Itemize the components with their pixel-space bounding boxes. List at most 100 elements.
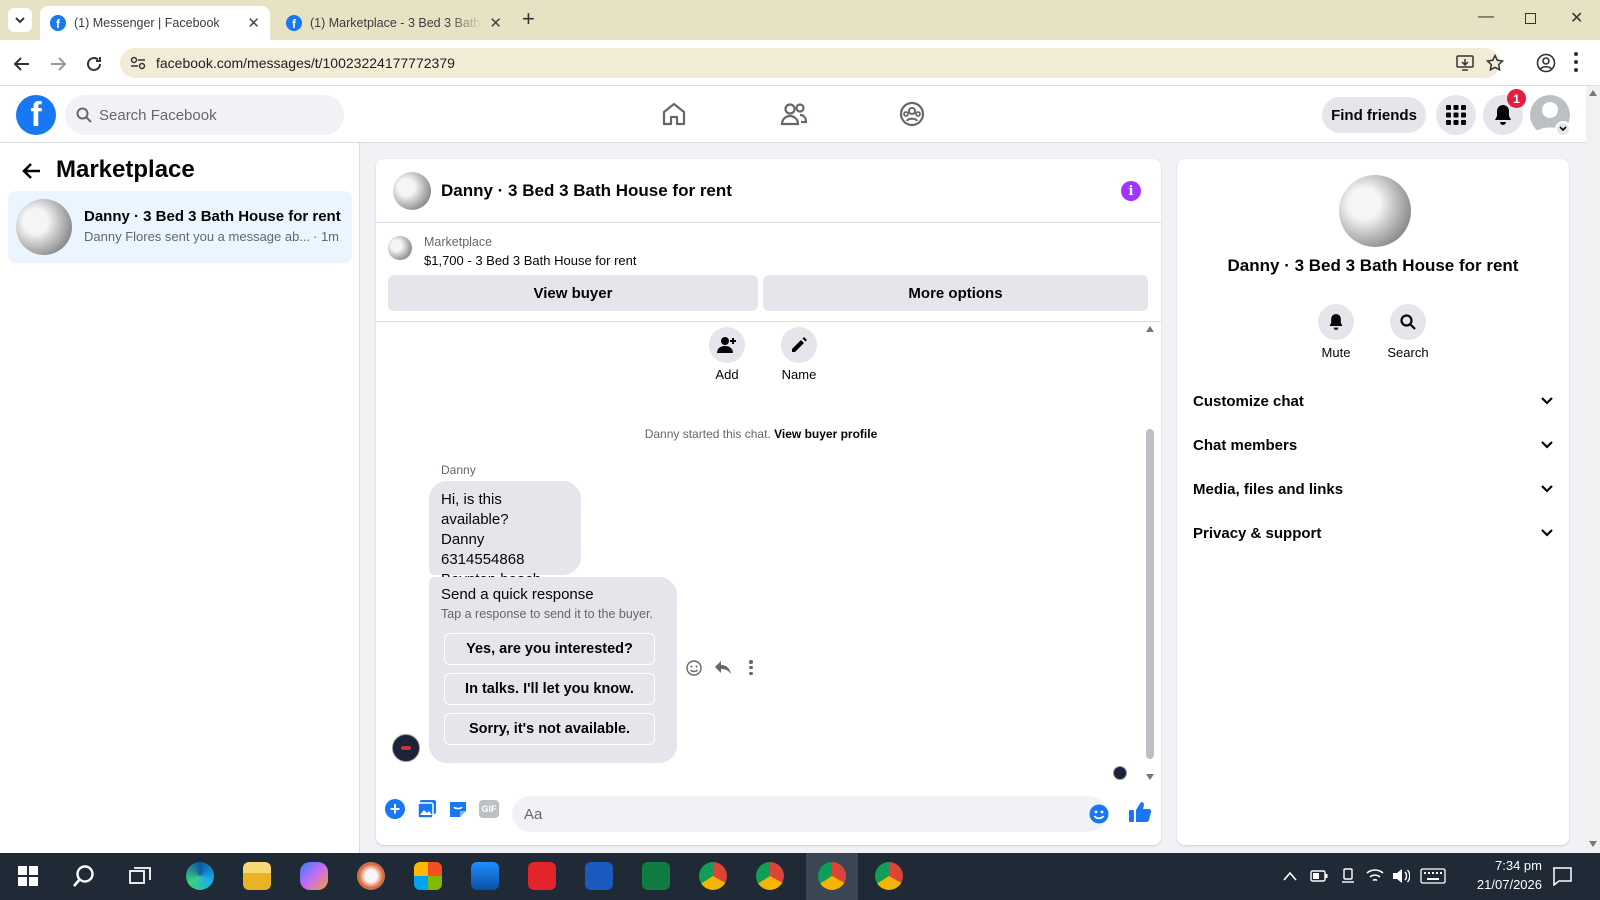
install-app-icon[interactable] <box>1456 54 1474 72</box>
chat-info-panel: Danny · 3 Bed 3 Bath House for rent Mute… <box>1177 159 1569 845</box>
info-icon: i <box>1128 183 1134 199</box>
gif-button[interactable]: GIF <box>479 800 499 818</box>
section-label: Privacy & support <box>1193 524 1322 542</box>
chat-scrollbar[interactable] <box>1144 324 1156 784</box>
sticker-icon[interactable] <box>448 799 468 819</box>
chat-started-notice: Danny started this chat. View buyer prof… <box>376 427 1146 441</box>
edge-browser-icon[interactable] <box>186 862 214 890</box>
message-line: Hi, is this available? <box>441 491 509 528</box>
chevron-down-icon <box>1541 397 1553 405</box>
groups-icon[interactable] <box>899 101 925 127</box>
close-tab-icon[interactable]: ✕ <box>247 14 260 32</box>
reply-icon[interactable] <box>714 660 732 676</box>
message-sender-name: Danny <box>441 463 476 477</box>
friends-icon[interactable] <box>780 101 808 127</box>
forward-arrow-icon[interactable] <box>48 54 68 74</box>
find-friends-button[interactable]: Find friends <box>1322 97 1426 133</box>
chat-scrollbar-thumb[interactable] <box>1146 429 1154 759</box>
keyboard-icon[interactable] <box>1420 868 1446 884</box>
more-actions-icon[interactable] <box>749 660 753 675</box>
clock-date[interactable]: 21/07/2026 <box>1456 877 1542 892</box>
reload-icon[interactable] <box>84 54 104 74</box>
chrome-profile-icon[interactable] <box>756 862 784 890</box>
paint-app-icon[interactable] <box>357 862 385 890</box>
facebook-logo[interactable]: f <box>16 95 56 135</box>
section-media-files-links[interactable]: Media, files and links <box>1193 469 1553 509</box>
site-settings-icon[interactable] <box>130 56 146 70</box>
conversation-info-button[interactable]: i <box>1121 181 1141 201</box>
wifi-icon[interactable] <box>1366 868 1384 884</box>
quick-response-yes[interactable]: Yes, are you interested? <box>444 633 655 665</box>
mute-button[interactable] <box>1318 304 1354 340</box>
search-input[interactable]: Search Facebook <box>65 95 344 135</box>
back-arrow-icon[interactable] <box>22 161 42 181</box>
copilot-icon[interactable] <box>300 862 328 890</box>
chrome-profile-icon[interactable] <box>699 862 727 890</box>
bell-icon <box>1495 105 1511 125</box>
new-tab-button[interactable]: + <box>522 8 535 30</box>
chevron-down-icon <box>1541 485 1553 493</box>
sender-avatar[interactable] <box>392 734 420 762</box>
view-buyer-profile-link[interactable]: View buyer profile <box>774 427 877 441</box>
more-options-button[interactable]: More options <box>763 275 1148 311</box>
windows-start-icon[interactable] <box>18 866 38 886</box>
chrome-active-icon[interactable] <box>818 862 846 890</box>
react-emoji-icon[interactable] <box>686 660 702 676</box>
word-icon[interactable] <box>585 862 613 890</box>
excel-icon[interactable] <box>642 862 670 890</box>
chrome-profile-icon[interactable] <box>875 862 903 890</box>
conversation-item[interactable]: Danny · 3 Bed 3 Bath House for rent Dann… <box>8 191 352 263</box>
tab-search-button[interactable] <box>8 8 32 32</box>
battery-icon[interactable] <box>1310 870 1328 882</box>
browser-menu-icon[interactable] <box>1574 52 1578 72</box>
restore-icon[interactable] <box>1525 13 1536 24</box>
chat-started-text: Danny started this chat. <box>644 427 771 441</box>
tab-marketplace[interactable]: f (1) Marketplace - 3 Bed 3 Bath House f… <box>276 6 512 40</box>
profile-icon[interactable] <box>1536 53 1556 73</box>
device-icon[interactable] <box>1340 868 1356 884</box>
microsoft-store-icon[interactable] <box>414 862 442 890</box>
wps-office-icon[interactable] <box>528 862 556 890</box>
close-window-icon[interactable]: ✕ <box>1570 8 1583 28</box>
search-in-chat-button[interactable] <box>1390 304 1426 340</box>
quick-response-not-available[interactable]: Sorry, it's not available. <box>444 713 655 745</box>
listing-price-title[interactable]: $1,700 - 3 Bed 3 Bath House for rent <box>424 253 636 268</box>
close-tab-icon[interactable]: ✕ <box>489 14 502 32</box>
notification-center-icon[interactable] <box>1552 866 1572 886</box>
message-bubble[interactable]: Hi, is this available? Danny 6314554868 … <box>429 481 581 588</box>
section-privacy-support[interactable]: Privacy & support <box>1193 513 1553 553</box>
view-buyer-button[interactable]: View buyer <box>388 275 758 311</box>
add-people-button[interactable] <box>709 327 745 363</box>
tab-messenger[interactable]: f (1) Messenger | Facebook ✕ <box>40 6 270 40</box>
section-customize-chat[interactable]: Customize chat <box>1193 381 1553 421</box>
address-bar[interactable]: facebook.com/messages/t/1002322417777237… <box>120 48 1504 78</box>
chat-header-avatar[interactable] <box>393 172 431 210</box>
more-actions-plus-button[interactable]: + <box>385 799 405 819</box>
show-hidden-icons-icon[interactable] <box>1283 871 1297 881</box>
volume-icon[interactable] <box>1392 868 1410 884</box>
edit-name-button[interactable] <box>781 327 817 363</box>
bookmark-star-icon[interactable] <box>1486 54 1504 72</box>
clock-time[interactable]: 7:34 pm <box>1462 858 1542 873</box>
quick-response-in-talks[interactable]: In talks. I'll let you know. <box>444 673 655 705</box>
listing-divider <box>376 321 1161 322</box>
message-line: 6314554868 <box>441 551 525 568</box>
back-arrow-icon[interactable] <box>12 54 32 74</box>
taskbar <box>0 853 1600 900</box>
emoji-icon[interactable] <box>1089 804 1109 824</box>
attach-photo-icon[interactable] <box>417 799 437 819</box>
contact-avatar[interactable] <box>1339 175 1411 247</box>
account-chevron-icon[interactable] <box>1555 121 1571 137</box>
page-scrollbar[interactable] <box>1586 86 1600 853</box>
file-explorer-icon[interactable] <box>243 862 271 890</box>
section-chat-members[interactable]: Chat members <box>1193 425 1553 465</box>
outlook-icon[interactable] <box>471 862 499 890</box>
minimize-icon[interactable]: — <box>1478 8 1494 26</box>
message-input[interactable]: Aa <box>512 796 1107 832</box>
thumbs-up-icon[interactable] <box>1128 800 1152 824</box>
chat-header-title[interactable]: Danny · 3 Bed 3 Bath House for rent <box>441 181 732 201</box>
menu-button[interactable] <box>1436 95 1476 135</box>
home-icon[interactable] <box>661 101 687 127</box>
task-view-icon[interactable] <box>129 866 151 886</box>
taskbar-search-icon[interactable] <box>72 864 96 888</box>
